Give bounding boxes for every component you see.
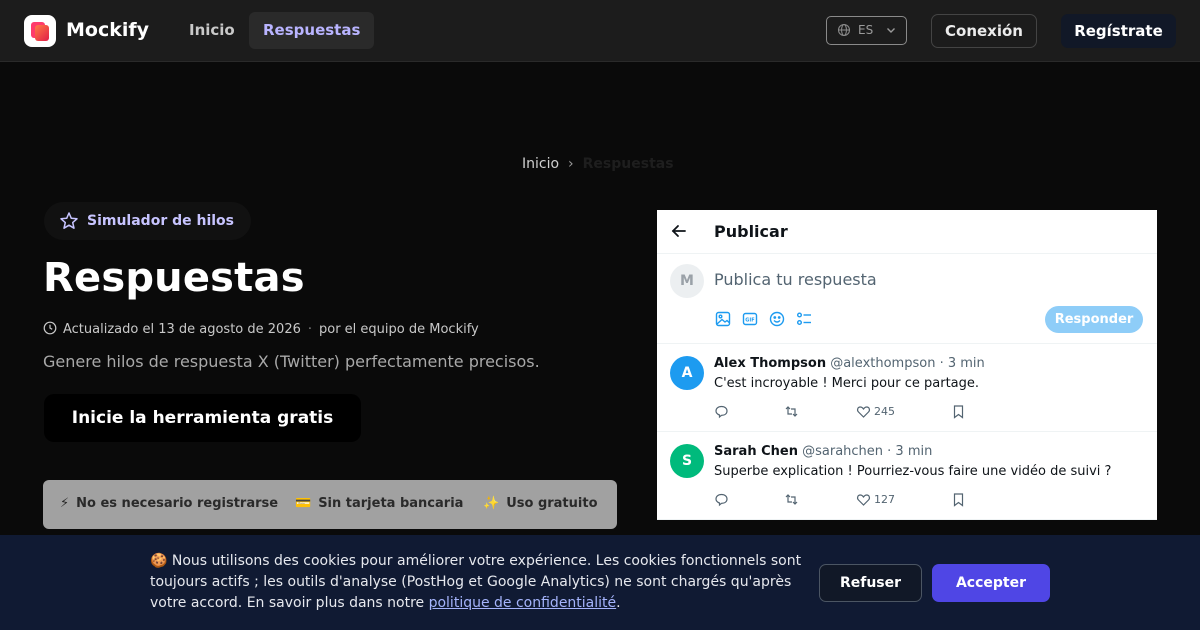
chevron-down-icon	[887, 28, 895, 33]
accept-cookies-button[interactable]: Accepter	[932, 564, 1050, 602]
reply-composer: M Publica tu respuesta GIF Responder	[657, 254, 1157, 344]
back-arrow-icon[interactable]	[670, 222, 688, 240]
updated-date: Actualizado el 13 de agosto de 2026	[63, 322, 301, 337]
reply-author-name[interactable]: Sarah Chen	[714, 444, 798, 459]
bookmark-icon[interactable]	[951, 404, 966, 419]
top-navbar: Mockify Inicio Respuestas ES Conexión Re…	[0, 0, 1200, 62]
reply-author-handle[interactable]: @alexthompson	[830, 356, 935, 371]
breadcrumb: Inicio › Respuestas	[522, 156, 674, 172]
tweet-preview-panel: Publicar M Publica tu respuesta GIF Resp…	[657, 210, 1157, 520]
reply-text: Superbe explication ! Pourriez-vous fair…	[714, 464, 1112, 479]
avatar: M	[670, 264, 704, 298]
reply-author-name[interactable]: Alex Thompson	[714, 356, 826, 371]
emoji-icon[interactable]	[768, 310, 786, 328]
clock-icon	[43, 321, 57, 335]
heart-icon[interactable]	[856, 492, 871, 507]
reply-actions: 127	[714, 492, 1134, 508]
badge-label: Simulador de hilos	[87, 213, 235, 229]
bookmark-icon[interactable]	[951, 492, 966, 507]
comment-icon[interactable]	[714, 404, 729, 419]
reply-item: S Sarah Chen @sarahchen · 3 min Superbe …	[657, 432, 1157, 520]
reply-time: · 3 min	[887, 444, 933, 459]
like-count: 127	[874, 493, 895, 506]
cookie-banner: 🍪 Nous utilisons des cookies pour amélio…	[0, 535, 1200, 630]
reply-header: Alex Thompson @alexthompson · 3 min	[714, 356, 985, 371]
reply-header: Sarah Chen @sarahchen · 3 min	[714, 444, 932, 459]
author-line: por el equipo de Mockify	[319, 322, 479, 337]
nav-link-respuestas[interactable]: Respuestas	[249, 12, 375, 49]
reply-actions: 245	[714, 404, 1134, 420]
sparkles-icon: ✨	[483, 496, 500, 511]
page-description: Genere hilos de respuesta X (Twitter) pe…	[43, 352, 540, 371]
gif-icon[interactable]: GIF	[741, 310, 759, 328]
features-bar: ⚡ No es necesario registrarse 💳 Sin tarjet…	[43, 480, 617, 529]
cookie-message: 🍪 Nous utilisons des cookies pour amélio…	[150, 553, 802, 611]
avatar[interactable]: A	[670, 356, 704, 390]
comment-icon[interactable]	[714, 492, 729, 507]
page-title: Respuestas	[43, 255, 305, 301]
login-button[interactable]: Conexión	[931, 14, 1037, 48]
heart-icon[interactable]	[856, 404, 871, 419]
refuse-cookies-button[interactable]: Refuser	[819, 564, 922, 602]
star-icon	[60, 212, 78, 229]
credit-card-icon: 💳	[295, 496, 312, 511]
feature-free-use: ✨ Uso gratuito	[483, 496, 598, 511]
brand-name[interactable]: Mockify	[66, 19, 149, 41]
feature-no-card: 💳 Sin tarjeta bancaria	[295, 496, 464, 511]
breadcrumb-current: Respuestas	[582, 156, 674, 172]
lightning-icon: ⚡	[60, 496, 70, 511]
poll-list-icon[interactable]	[795, 310, 813, 328]
start-tool-button[interactable]: Inicie la herramienta gratis	[44, 394, 361, 442]
svg-text:GIF: GIF	[745, 318, 754, 324]
panel-header: Publicar	[657, 210, 1157, 254]
nav-link-inicio[interactable]: Inicio	[175, 12, 249, 49]
reply-time: · 3 min	[939, 356, 985, 371]
retweet-icon[interactable]	[784, 404, 799, 419]
avatar[interactable]: S	[670, 444, 704, 478]
feature-no-signup: ⚡ No es necesario registrarse	[60, 496, 279, 511]
meta-separator: ·	[307, 322, 312, 337]
privacy-policy-link[interactable]: politique de confidentialité	[429, 595, 617, 611]
globe-icon	[837, 23, 851, 37]
language-code: ES	[858, 23, 874, 37]
retweet-icon[interactable]	[784, 492, 799, 507]
image-icon[interactable]	[714, 310, 732, 328]
reply-input[interactable]: Publica tu respuesta	[714, 270, 877, 289]
reply-submit-button[interactable]: Responder	[1045, 306, 1143, 333]
mockify-logo[interactable]	[24, 15, 56, 47]
like-count: 245	[874, 405, 895, 418]
breadcrumb-chevron-icon: ›	[568, 156, 574, 172]
page-meta: Actualizado el 13 de agosto de 2026 · por …	[43, 321, 479, 337]
hero-badge: Simulador de hilos	[44, 202, 251, 240]
panel-title: Publicar	[714, 222, 788, 241]
language-selector[interactable]: ES	[826, 16, 907, 45]
reply-text: C'est incroyable ! Merci pour ce partage…	[714, 376, 980, 391]
reply-author-handle[interactable]: @sarahchen	[802, 444, 883, 459]
reply-item: A Alex Thompson @alexthompson · 3 min C'…	[657, 344, 1157, 432]
breadcrumb-home[interactable]: Inicio	[522, 156, 559, 172]
signup-button[interactable]: Regístrate	[1061, 14, 1176, 48]
